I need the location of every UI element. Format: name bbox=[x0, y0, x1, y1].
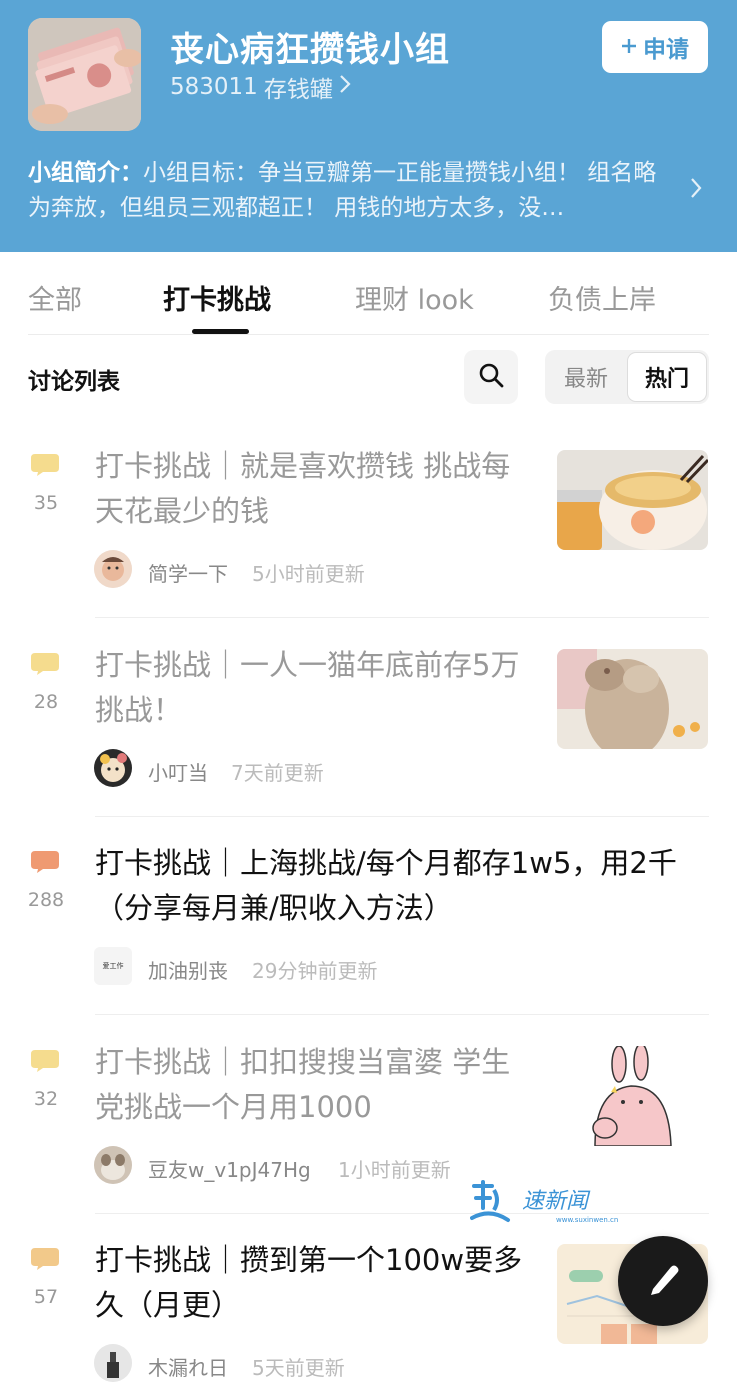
apply-button[interactable]: 申请 bbox=[602, 21, 708, 73]
row-divider bbox=[95, 617, 709, 618]
list-item[interactable]: 35 打卡挑战｜就是喜欢攒钱 挑战每天花最少的钱 简学一下 5小时前更新 bbox=[0, 420, 737, 618]
comment-bubble-icon bbox=[31, 454, 59, 476]
avatar-text: 爱工作 bbox=[102, 962, 124, 970]
apply-label: 申请 bbox=[643, 37, 689, 63]
post-title[interactable]: 打卡挑战｜就是喜欢攒钱 挑战每天花最少的钱 bbox=[95, 444, 535, 534]
comment-count: 32 bbox=[33, 1088, 59, 1110]
watermark-logo: 速新闻 www.suxinwen.cn bbox=[470, 1178, 620, 1226]
search-icon bbox=[478, 362, 504, 392]
plus-icon bbox=[621, 34, 637, 60]
group-header: 丧心病狂攒钱小组 583011 存钱罐 申请 小组简介：小组目标：争当豆瓣第一正… bbox=[0, 0, 737, 252]
watermark-url: www.suxinwen.cn bbox=[556, 1216, 618, 1224]
sort-toggle: 最新 热门 bbox=[545, 350, 709, 404]
post-title[interactable]: 打卡挑战｜攒到第一个100w要多久（月更） bbox=[95, 1238, 535, 1328]
watermark-brand: 速新闻 bbox=[522, 1189, 591, 1214]
chevron-right-icon bbox=[339, 74, 351, 100]
compose-button[interactable] bbox=[618, 1236, 708, 1326]
comment-bubble-icon bbox=[31, 851, 59, 873]
comment-count: 288 bbox=[27, 889, 65, 911]
search-button[interactable] bbox=[464, 350, 518, 404]
comment-bubble-icon bbox=[31, 1050, 59, 1072]
group-intro[interactable]: 小组简介：小组目标：争当豆瓣第一正能量攒钱小组！ 组名略为奔放，但组员三观都超正… bbox=[28, 156, 676, 226]
post-thumbnail[interactable] bbox=[557, 450, 708, 550]
post-author[interactable]: 加油别丧 bbox=[148, 955, 228, 984]
row-divider bbox=[95, 1014, 709, 1015]
post-thumbnail[interactable] bbox=[557, 649, 708, 749]
post-thumbnail[interactable] bbox=[557, 1046, 708, 1146]
post-updated-time: 29分钟前更新 bbox=[252, 959, 378, 983]
comment-count: 28 bbox=[33, 691, 59, 713]
post-title[interactable]: 打卡挑战｜扣扣搜搜当富婆 学生党挑战一个月用1000 bbox=[95, 1040, 535, 1130]
list-item[interactable]: 32 打卡挑战｜扣扣搜搜当富婆 学生党挑战一个月用1000 豆友w_v1pJ47… bbox=[0, 1016, 737, 1214]
tab-all[interactable]: 全部 bbox=[28, 278, 82, 317]
comment-bubble-icon bbox=[31, 1248, 59, 1270]
group-cover-image[interactable] bbox=[28, 18, 141, 131]
intro-label: 小组简介： bbox=[28, 160, 143, 186]
tab-debt-free[interactable]: 负债上岸 bbox=[548, 278, 656, 317]
pencil-icon bbox=[643, 1259, 683, 1303]
tabs-divider bbox=[28, 334, 709, 335]
sort-newest-button[interactable]: 最新 bbox=[545, 350, 627, 404]
list-item[interactable]: 288 打卡挑战｜上海挑战/每个月都存1w5，用2千（分享每月兼/职收入方法） … bbox=[0, 817, 737, 1015]
member-label: 存钱罐 bbox=[263, 77, 333, 103]
post-author[interactable]: 木漏れ日 bbox=[148, 1352, 228, 1381]
group-title: 丧心病狂攒钱小组 bbox=[170, 30, 450, 70]
post-author[interactable]: 小叮当 bbox=[148, 757, 208, 786]
avatar[interactable] bbox=[94, 1344, 132, 1382]
comment-bubble-icon bbox=[31, 653, 59, 675]
chevron-right-icon[interactable] bbox=[690, 176, 702, 206]
post-title[interactable]: 打卡挑战｜上海挑战/每个月都存1w5，用2千（分享每月兼/职收入方法） bbox=[95, 841, 705, 931]
category-tabs: 全部 打卡挑战 理财 look 负债上岸 bbox=[0, 252, 737, 336]
post-updated-time: 5小时前更新 bbox=[252, 562, 365, 586]
tab-finance-look[interactable]: 理财 look bbox=[355, 278, 474, 317]
post-updated-time: 1小时前更新 bbox=[338, 1158, 451, 1182]
avatar[interactable] bbox=[94, 1146, 132, 1184]
comment-count: 57 bbox=[33, 1286, 59, 1308]
post-author[interactable]: 豆友w_v1pJ47Hg bbox=[148, 1154, 311, 1183]
comment-count: 35 bbox=[33, 492, 59, 514]
avatar[interactable] bbox=[94, 550, 132, 588]
sort-hot-button[interactable]: 热门 bbox=[627, 352, 707, 402]
avatar[interactable] bbox=[94, 749, 132, 787]
tab-checkin-challenge[interactable]: 打卡挑战 bbox=[163, 278, 271, 317]
list-item[interactable]: 28 打卡挑战｜一人一猫年底前存5万挑战！ 小叮当 7天前更新 bbox=[0, 619, 737, 817]
post-title[interactable]: 打卡挑战｜一人一猫年底前存5万挑战！ bbox=[95, 643, 535, 733]
post-updated-time: 5天前更新 bbox=[252, 1356, 345, 1380]
discussion-list-title: 讨论列表 bbox=[28, 369, 120, 395]
post-author[interactable]: 简学一下 bbox=[148, 558, 228, 587]
post-updated-time: 7天前更新 bbox=[231, 761, 324, 785]
avatar[interactable]: 爱工作 bbox=[94, 947, 132, 985]
group-member-link[interactable]: 583011 存钱罐 bbox=[170, 70, 351, 104]
member-count: 583011 bbox=[170, 74, 258, 100]
